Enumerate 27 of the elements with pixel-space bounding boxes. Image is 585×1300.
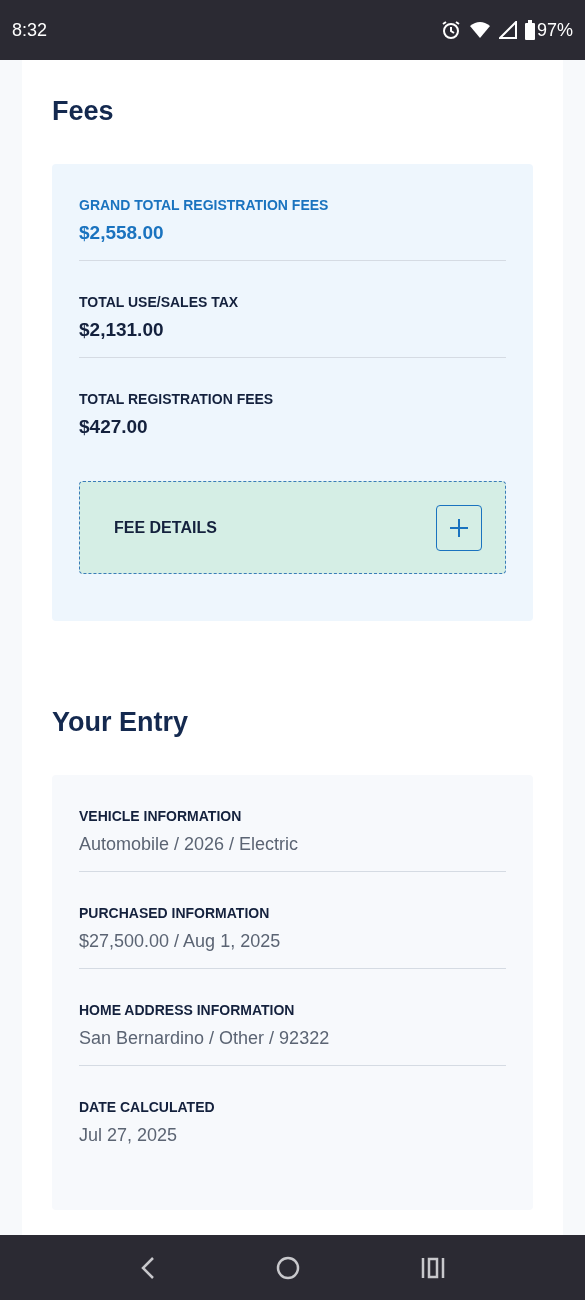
fee-label: TOTAL REGISTRATION FEES [79, 390, 275, 408]
signal-icon [498, 21, 517, 39]
entry-label: VEHICLE INFORMATION [79, 807, 243, 825]
entry-value: San Bernardino / Other / 92322 [79, 1027, 331, 1050]
entry-label: DATE CALCULATED [79, 1098, 216, 1116]
alarm-icon [440, 20, 461, 40]
fee-label: GRAND TOTAL REGISTRATION FEES [79, 196, 330, 214]
entry-label: HOME ADDRESS INFORMATION [79, 1001, 296, 1019]
section-heading: Fees [52, 95, 115, 128]
wifi-icon [468, 21, 491, 39]
fee-amount: $2,558.00 [79, 221, 165, 245]
fee-amount: $2,131.00 [79, 318, 165, 342]
battery-icon [524, 20, 535, 40]
entry-value: Automobile / 2026 / Electric [79, 833, 300, 856]
fee-label: TOTAL USE/SALES TAX [79, 293, 240, 311]
fee-amount: $427.00 [79, 415, 149, 439]
home-icon[interactable] [276, 1255, 301, 1280]
section-heading: Your Entry [52, 706, 189, 739]
entry-value: $27,500.00 / Aug 1, 2025 [79, 930, 282, 953]
battery-level: 97% [536, 18, 573, 42]
entry-label: PURCHASED INFORMATION [79, 904, 271, 922]
status-time: 8:32 [12, 18, 48, 42]
recent-apps-icon[interactable] [420, 1256, 445, 1279]
fee-details-toggle[interactable]: FEE DETAILS [79, 481, 506, 574]
entry-value: Jul 27, 2025 [79, 1124, 179, 1147]
plus-icon [436, 504, 482, 551]
back-icon[interactable] [140, 1255, 157, 1280]
